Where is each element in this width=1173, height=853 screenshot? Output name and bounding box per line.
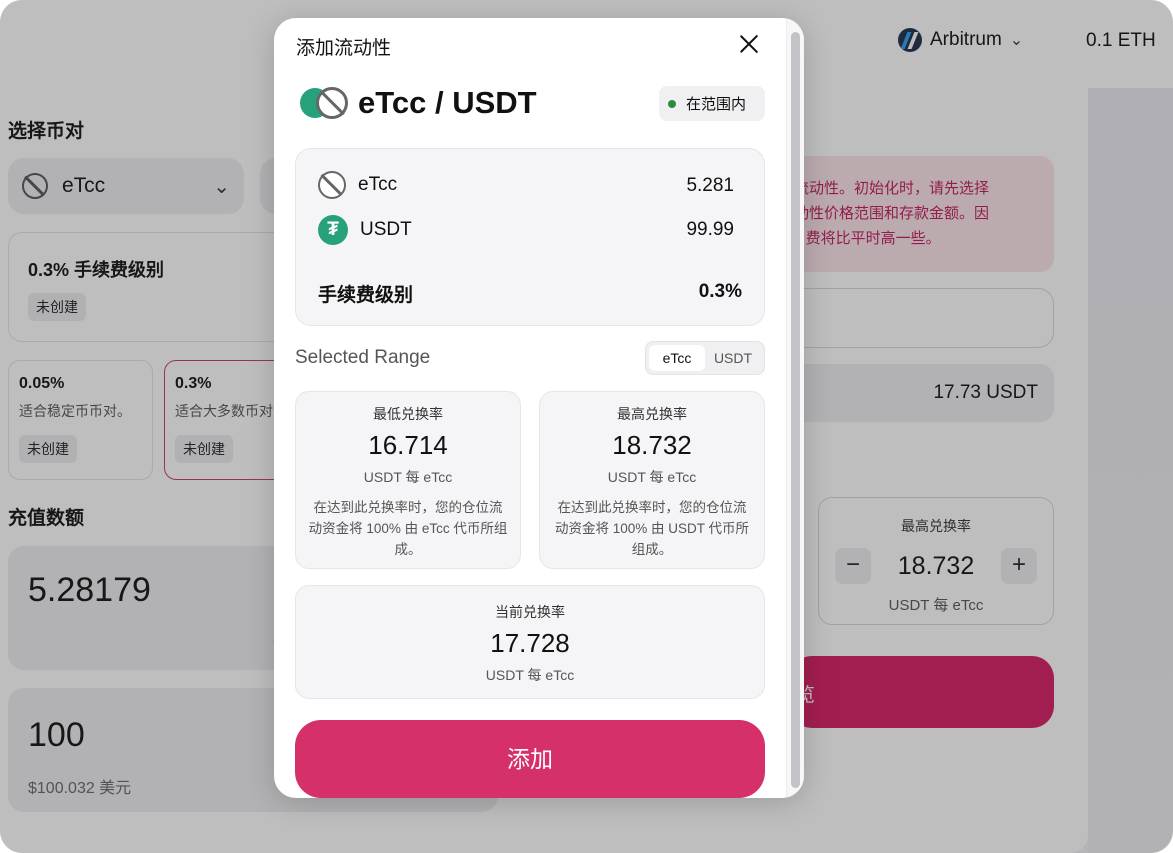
current-rate-unit: USDT 每 eTcc	[485, 667, 575, 683]
position-summary: eTcc 5.281 ₮ USDT 99.99 手续费级别 0.3%	[295, 148, 765, 326]
current-rate-label: 当前兑换率	[495, 604, 565, 620]
min-rate-value: 16.714	[368, 430, 448, 460]
min-rate-label: 最低兑换率	[373, 406, 443, 422]
add-button[interactable]: 添加	[295, 720, 765, 798]
toggle-etcc[interactable]: eTcc	[649, 345, 705, 371]
token-a-amount: 5.281	[686, 175, 734, 196]
max-rate-value: 18.732	[612, 430, 692, 460]
max-rate-label: 最高兑换率	[617, 406, 687, 422]
token-b-symbol: USDT	[360, 219, 412, 240]
min-rate-unit: USDT 每 eTcc	[363, 469, 453, 485]
toggle-usdt[interactable]: USDT	[705, 345, 761, 371]
app-frame: Arbitrum ⌄ 0.1 ETH 选择币对 eTcc ⌄ 0.3% 手续费级…	[0, 0, 1173, 853]
token-b-amount: 99.99	[686, 219, 734, 240]
modal-scrollbar[interactable]	[786, 18, 804, 798]
add-liquidity-modal: 添加流动性 eTcc / USDT 在范围内 eTcc 5.281 ₮ USDT…	[274, 18, 804, 798]
modal-title: 添加流动性	[296, 38, 392, 59]
fee-tier-label: 手续费级别	[318, 285, 414, 306]
selected-range-label: Selected Range	[295, 347, 431, 368]
tether-icon: ₮	[318, 215, 348, 245]
max-rate-unit: USDT 每 eTcc	[607, 469, 697, 485]
range-status-badge: 在范围内	[659, 86, 765, 121]
current-rate-value: 17.728	[490, 628, 570, 658]
ban-icon	[318, 171, 346, 199]
close-icon[interactable]	[736, 31, 762, 57]
max-rate-note: 在达到此兑换率时，您的仓位流动资金将 100% 由 USDT 代币所组成。	[554, 500, 750, 557]
token-a-symbol: eTcc	[358, 174, 398, 195]
current-rate-card: 当前兑换率 17.728 USDT 每 eTcc	[295, 585, 765, 699]
min-rate-note: 在达到此兑换率时，您的仓位流动资金将 100% 由 eTcc 代币所组成。	[308, 500, 508, 557]
token-b-row: ₮ USDT	[318, 215, 412, 245]
range-status-text: 在范围内	[686, 96, 747, 113]
pair-title: eTcc / USDT	[358, 85, 537, 120]
green-dot-icon	[668, 99, 676, 108]
max-rate-card: 最高兑换率 18.732 USDT 每 eTcc 在达到此兑换率时，您的仓位流动…	[539, 391, 765, 569]
scrollbar-thumb[interactable]	[791, 32, 800, 788]
fee-tier-value: 0.3%	[698, 281, 742, 302]
price-unit-toggle: eTcc USDT	[645, 341, 765, 375]
pair-logos	[300, 86, 350, 120]
min-rate-card: 最低兑换率 16.714 USDT 每 eTcc 在达到此兑换率时，您的仓位流动…	[295, 391, 521, 569]
ban-icon	[316, 87, 348, 119]
token-a-row: eTcc	[318, 171, 397, 199]
